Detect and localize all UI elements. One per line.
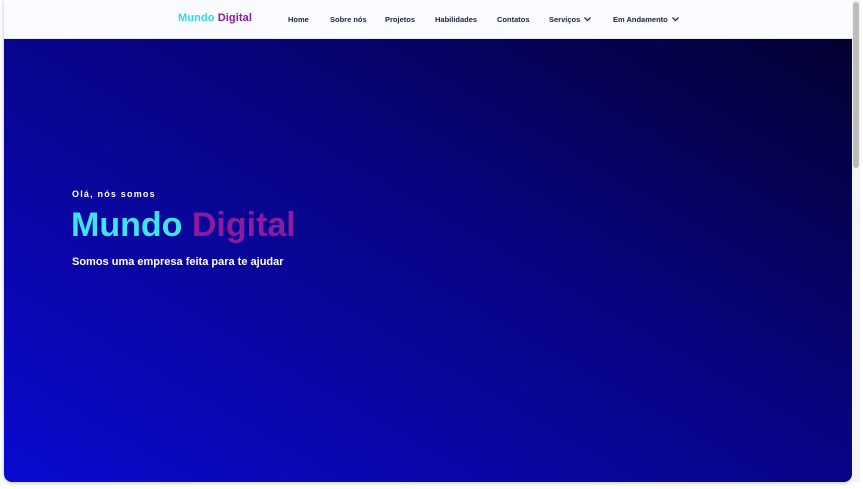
top-navbar: Mundo Digital Home Sobre nós Projetos Ha… (4, 0, 852, 39)
chevron-down-icon (584, 16, 592, 21)
hero-eyebrow: Olá, nós somos (72, 189, 156, 199)
nav-dropdown-em-andamento[interactable]: Em Andamento (613, 15, 679, 24)
hero-subtitle: Somos uma empresa feita para te ajudar (72, 256, 284, 268)
hero-section: Olá, nós somos Mundo Digital Somos uma e… (4, 39, 852, 482)
nav-link-sobre-nos[interactable]: Sobre nós (330, 15, 367, 24)
hero-title-second: Digital (191, 206, 296, 244)
nav-dropdown-em-andamento-label: Em Andamento (613, 15, 668, 24)
nav-dropdown-servicos[interactable]: Serviços (549, 15, 592, 24)
brand-logo[interactable]: Mundo Digital (178, 12, 252, 24)
page-scrollbar[interactable] (852, 0, 860, 482)
nav-link-home[interactable]: Home (288, 15, 309, 24)
nav-dropdown-servicos-label: Serviços (549, 15, 581, 24)
page-viewport: Mundo Digital Home Sobre nós Projetos Ha… (4, 0, 852, 482)
hero-title-first: Mundo (71, 206, 183, 244)
brand-word-second: Digital (217, 12, 253, 24)
scrollbar-thumb[interactable] (853, 2, 859, 168)
brand-word-first: Mundo (178, 12, 215, 24)
chevron-down-icon (671, 16, 679, 21)
nav-link-projetos[interactable]: Projetos (385, 15, 415, 24)
browser-page: Mundo Digital Home Sobre nós Projetos Ha… (0, 0, 863, 489)
hero-title: Mundo Digital (71, 206, 296, 244)
nav-link-contatos[interactable]: Contatos (497, 15, 530, 24)
nav-link-habilidades[interactable]: Habilidades (435, 15, 477, 24)
